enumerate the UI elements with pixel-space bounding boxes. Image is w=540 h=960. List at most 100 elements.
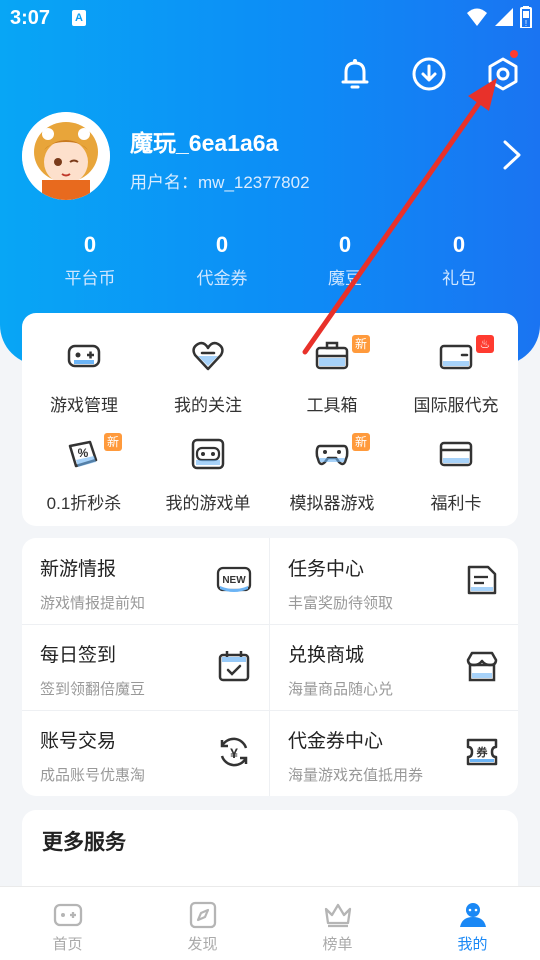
wifi-icon [467,8,487,26]
grid-item-game-manage[interactable]: 游戏管理 [22,333,146,416]
signal-icon [495,8,513,26]
stat-gift-packs[interactable]: 0 礼包 [399,232,519,289]
stat-platform-coins[interactable]: 0 平台币 [30,232,150,289]
download-icon[interactable] [410,55,448,93]
username[interactable]: 魔玩_6ea1a6a [130,124,278,158]
new-tag: 新 [352,433,370,451]
feature-grid: 游戏管理 我的关注 新 工具箱 ♨ 国际服代充 % 新 0.1折秒杀 我的游戏单 … [22,313,518,526]
service-title: 每日签到 [40,645,117,666]
service-title: 任务中心 [288,559,365,580]
service-subtitle: 签到领翻倍魔豆 [40,681,146,698]
user-icon [459,903,486,927]
stat-value: 0 [452,232,466,257]
stat-vouchers[interactable]: 0 代金券 [162,232,282,289]
emulator-icon [315,444,349,466]
service-task-center[interactable]: 任务中心 丰富奖励待领取 [270,538,518,624]
grid-item-label: 模拟器游戏 [289,494,375,513]
service-account-trade[interactable]: 账号交易 成品账号优惠淘 ¥ [22,710,270,796]
gamepad-icon [67,344,101,368]
new-tag: 新 [352,335,370,353]
grid-item-follows[interactable]: 我的关注 [146,333,270,416]
toolbox-icon [315,341,349,370]
hot-tag: ♨ [476,335,494,353]
grid-item-flash-sale[interactable]: % 新 0.1折秒杀 [22,431,146,514]
discount-icon: % [68,440,98,468]
tab-home[interactable]: 首页 [0,887,135,960]
game-list-icon [191,438,225,470]
avatar[interactable] [22,112,110,200]
stat-label: 代金券 [196,269,248,288]
bell-icon[interactable] [336,55,374,93]
store-icon [466,651,498,682]
stat-value: 0 [215,232,229,257]
service-title: 新游情报 [40,559,117,580]
svg-text:%: % [78,446,89,460]
notification-icon: A [72,10,86,26]
service-title: 代金券中心 [288,731,384,752]
voucher-icon: 券 [466,738,498,766]
grid-item-game-list[interactable]: 我的游戏单 [146,431,270,514]
tab-rankings[interactable]: 榜单 [270,887,405,960]
service-subtitle: 海量游戏充值抵用券 [288,767,424,784]
service-title: 账号交易 [40,731,117,752]
service-subtitle: 成品账号优惠淘 [40,767,146,784]
stat-magic-beans[interactable]: 0 魔豆 [285,232,405,289]
crown-icon [324,903,351,928]
service-exchange-mall[interactable]: 兑换商城 海量商品随心兑 [270,624,518,710]
chevron-right-icon[interactable] [500,138,524,172]
settings-badge [510,50,518,58]
bottom-tab-bar: 首页 发现 榜单 我的 [0,886,540,960]
service-title: 兑换商城 [288,645,365,666]
voucher-symbol: 券 [476,745,489,759]
stats-row: 0 平台币 0 代金券 0 魔豆 0 礼包 [0,232,540,302]
services-card: 新游情报 游戏情报提前知 NEW 任务中心 丰富奖励待领取 每日签到 签到领翻倍… [22,538,518,796]
grid-item-label: 我的关注 [174,396,242,415]
home-gamepad-icon [53,903,82,927]
grid-item-emulator[interactable]: 新 模拟器游戏 [270,431,394,514]
service-voucher-center[interactable]: 代金券中心 海量游戏充值抵用券 券 [270,710,518,796]
tab-label: 首页 [52,936,83,953]
compass-icon [189,901,216,929]
wallet-icon [439,344,473,370]
task-doc-icon [467,565,497,595]
tab-label: 发现 [187,936,218,953]
service-subtitle: 海量商品随心兑 [288,681,394,698]
grid-item-intl-topup[interactable]: ♨ 国际服代充 [394,333,518,416]
stat-label: 魔豆 [328,269,362,288]
tab-label: 我的 [457,936,488,953]
yen-symbol: ¥ [230,745,238,761]
grid-item-label: 福利卡 [430,494,482,513]
calendar-check-icon [218,651,250,682]
service-new-games[interactable]: 新游情报 游戏情报提前知 NEW [22,538,270,624]
tab-label: 榜单 [322,936,353,953]
service-subtitle: 游戏情报提前知 [40,595,146,612]
grid-item-label: 0.1折秒杀 [46,494,122,513]
grid-item-toolbox[interactable]: 新 工具箱 [270,333,394,416]
avatar-image [22,112,110,200]
svg-text:!: ! [525,19,527,28]
grid-item-label: 游戏管理 [50,396,118,415]
user-id-value: mw_12377802 [198,173,310,192]
battery-icon: ! [520,6,532,28]
user-id: 用户名：mw_12377802 [130,168,310,193]
yen-exchange-icon: ¥ [220,737,248,767]
grid-item-label: 工具箱 [306,396,358,415]
status-bar: 3:07 A ! [0,0,540,36]
new-badge-icon: NEW [216,566,252,592]
tab-mine[interactable]: 我的 [405,887,540,960]
new-tag: 新 [104,433,122,451]
service-subtitle: 丰富奖励待领取 [288,595,394,612]
grid-item-label: 我的游戏单 [165,494,251,513]
heart-minus-icon [192,341,224,371]
stat-value: 0 [338,232,352,257]
stat-value: 0 [83,232,97,257]
grid-item-welfare-card[interactable]: 福利卡 [394,431,518,514]
settings-icon[interactable] [484,55,522,93]
stat-label: 礼包 [442,269,476,288]
user-id-label: 用户名： [130,173,198,192]
tab-discover[interactable]: 发现 [135,887,270,960]
service-daily-checkin[interactable]: 每日签到 签到领翻倍魔豆 [22,624,270,710]
status-time: 3:07 [10,7,51,29]
more-services-title: 更多服务 [42,831,126,854]
stat-label: 平台币 [64,269,116,288]
